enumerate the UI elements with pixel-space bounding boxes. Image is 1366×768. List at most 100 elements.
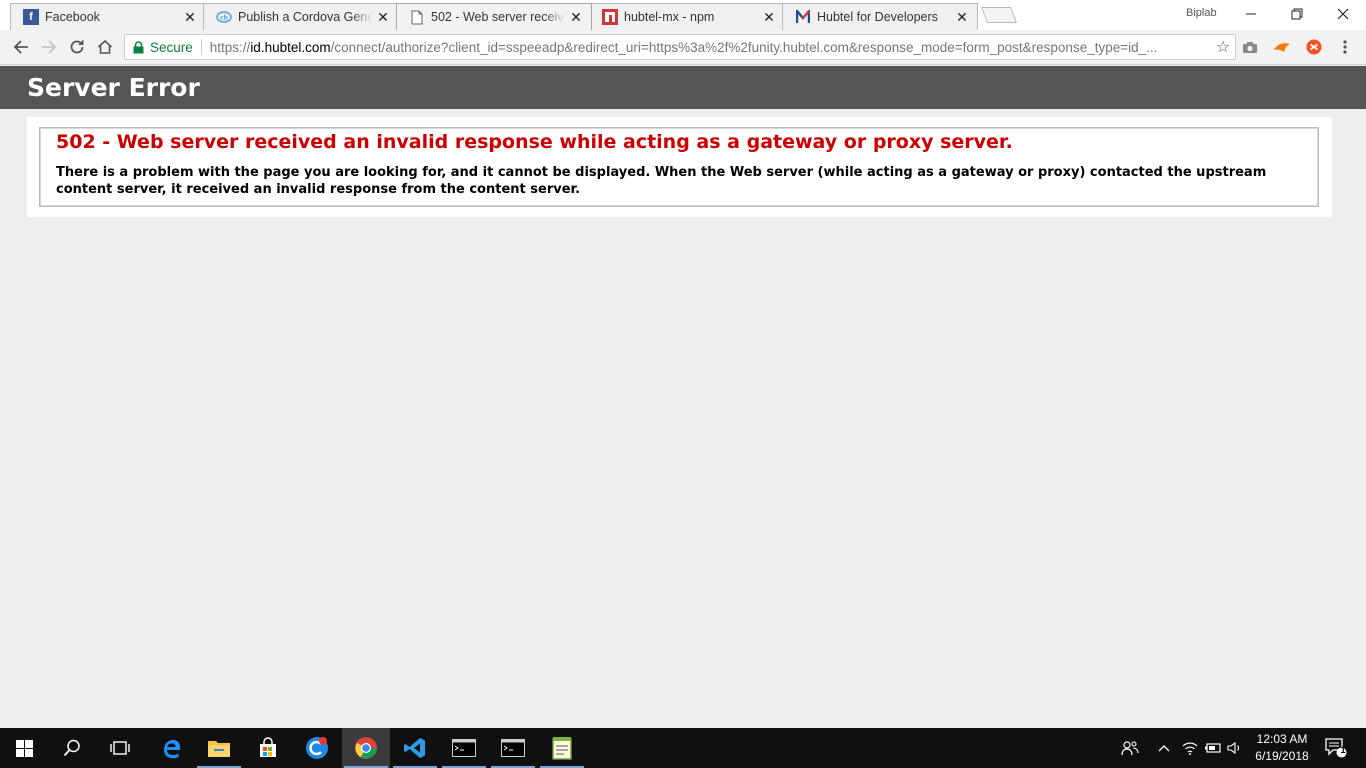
edge-icon — [164, 740, 180, 759]
system-clock[interactable]: 12:03 AM 6/19/2018 — [1240, 731, 1324, 765]
close-icon[interactable]: ✕ — [955, 10, 969, 24]
hubtel-icon — [795, 9, 811, 25]
forward-arrow-icon — [42, 40, 57, 54]
extension-icon — [1306, 39, 1322, 55]
secure-indicator[interactable]: Secure — [133, 40, 201, 55]
taskbar-file-explorer[interactable] — [195, 728, 243, 768]
address-bar[interactable]: Secure https://id.hubtel.com/connect/aut… — [124, 34, 1236, 60]
terminal-icon — [452, 739, 476, 757]
url-scheme: https:// — [209, 39, 251, 55]
taskbar-app[interactable] — [293, 728, 341, 768]
page-icon — [409, 9, 425, 25]
page-header: Server Error — [0, 66, 1366, 109]
secure-label: Secure — [150, 39, 193, 55]
maximize-button[interactable] — [1274, 0, 1320, 28]
windows-taskbar: 12:03 AM 6/19/2018 1 — [0, 728, 1366, 768]
home-icon — [97, 39, 113, 54]
url-text[interactable]: https://id.hubtel.com/connect/authorize?… — [210, 40, 1211, 55]
facebook-icon: f — [23, 9, 39, 25]
tab-cordova[interactable]: cb Publish a Cordova Genera ✕ — [203, 3, 399, 30]
minimize-icon — [1246, 13, 1256, 15]
tab-facebook[interactable]: f Facebook ✕ — [10, 3, 206, 30]
close-icon[interactable]: ✕ — [183, 10, 197, 24]
people-icon — [1121, 741, 1139, 756]
camera-icon — [1243, 41, 1257, 53]
notepad-icon — [552, 737, 572, 760]
cordova-icon: cb — [216, 9, 232, 25]
home-button[interactable] — [94, 36, 116, 58]
extension-button[interactable] — [1273, 38, 1291, 56]
error-description: There is a problem with the page you are… — [56, 165, 1267, 197]
taskbar-store[interactable] — [244, 728, 292, 768]
search-button[interactable] — [48, 728, 96, 768]
battery-icon — [1205, 743, 1221, 753]
close-icon[interactable]: ✕ — [376, 10, 390, 24]
search-icon — [63, 739, 80, 757]
tab-strip: f Facebook ✕ cb Publish a Cordova Genera… — [0, 0, 1366, 30]
reload-icon — [70, 40, 84, 54]
close-icon[interactable]: ✕ — [569, 10, 583, 24]
more-vert-icon — [1343, 40, 1347, 54]
restore-icon — [1291, 8, 1303, 20]
tab-npm[interactable]: hubtel-mx - npm ✕ — [589, 3, 785, 30]
back-arrow-icon — [13, 40, 28, 54]
error-heading: 502 - Web server received an invalid res… — [56, 131, 1013, 153]
tab-hubtel[interactable]: Hubtel for Developers ✕ — [782, 3, 978, 30]
tab-title: hubtel-mx - npm — [624, 10, 715, 24]
url-path: /connect/authorize?client_id=sspeeadp&re… — [330, 39, 1158, 55]
lock-icon — [133, 40, 144, 53]
chevron-up-icon — [1158, 745, 1170, 752]
browser-toolbar: Secure https://id.hubtel.com/connect/aut… — [0, 30, 1366, 65]
close-window-button[interactable] — [1320, 0, 1366, 28]
taskbar-chrome[interactable] — [342, 728, 390, 768]
tab-title: Facebook — [45, 10, 100, 24]
network-button[interactable] — [1180, 728, 1200, 768]
folder-icon — [208, 741, 230, 757]
extension-button[interactable] — [1305, 38, 1323, 56]
action-center-button[interactable]: 1 — [1320, 728, 1352, 768]
chrome-icon — [355, 737, 377, 759]
show-hidden-icons-button[interactable] — [1154, 728, 1174, 768]
reload-button[interactable] — [66, 36, 88, 58]
profile-name[interactable]: Biplab — [1186, 7, 1217, 19]
people-button[interactable] — [1118, 728, 1142, 768]
taskbar-vscode[interactable] — [391, 728, 439, 768]
taskbar-notepad[interactable] — [538, 728, 586, 768]
error-box: 502 - Web server received an invalid res… — [39, 127, 1319, 207]
close-icon — [1337, 8, 1349, 20]
taskbar-edge[interactable] — [147, 728, 195, 768]
clock-date: 6/19/2018 — [1255, 749, 1309, 763]
vscode-icon — [404, 738, 425, 758]
taskbar-terminal[interactable] — [440, 728, 488, 768]
new-tab-button[interactable] — [981, 7, 1017, 23]
extension-icon — [1274, 43, 1290, 52]
tab-title: Hubtel for Developers — [817, 10, 938, 24]
chrome-menu-button[interactable] — [1336, 38, 1354, 56]
back-button[interactable] — [10, 36, 32, 58]
divider — [200, 39, 202, 55]
taskbar-terminal[interactable] — [489, 728, 537, 768]
terminal-icon — [501, 739, 525, 757]
task-view-button[interactable] — [96, 728, 144, 768]
tab-502-error[interactable]: 502 - Web server receive ✕ — [396, 3, 592, 30]
tab-title: 502 - Web server receive — [431, 10, 565, 24]
npm-icon — [602, 9, 618, 25]
start-button[interactable] — [0, 728, 48, 768]
windows-logo-icon — [15, 739, 33, 757]
screenshot-extension-button[interactable] — [1241, 38, 1259, 56]
wifi-icon — [1182, 742, 1198, 755]
minimize-button[interactable] — [1228, 0, 1274, 28]
clock-time: 12:03 AM — [1256, 732, 1308, 746]
error-content: 502 - Web server received an invalid res… — [27, 117, 1332, 217]
svg-text:cb: cb — [220, 15, 229, 22]
close-icon[interactable]: ✕ — [762, 10, 776, 24]
bookmark-star-icon[interactable]: ☆ — [1211, 37, 1235, 57]
page-title: Server Error — [27, 73, 200, 102]
app-icon — [306, 737, 328, 759]
url-host: id.hubtel.com — [250, 39, 331, 55]
battery-button[interactable] — [1202, 728, 1224, 768]
tab-title: Publish a Cordova Genera — [238, 10, 372, 24]
forward-button[interactable] — [38, 36, 60, 58]
notification-count: 1 — [1340, 745, 1346, 755]
task-view-icon — [110, 741, 130, 755]
